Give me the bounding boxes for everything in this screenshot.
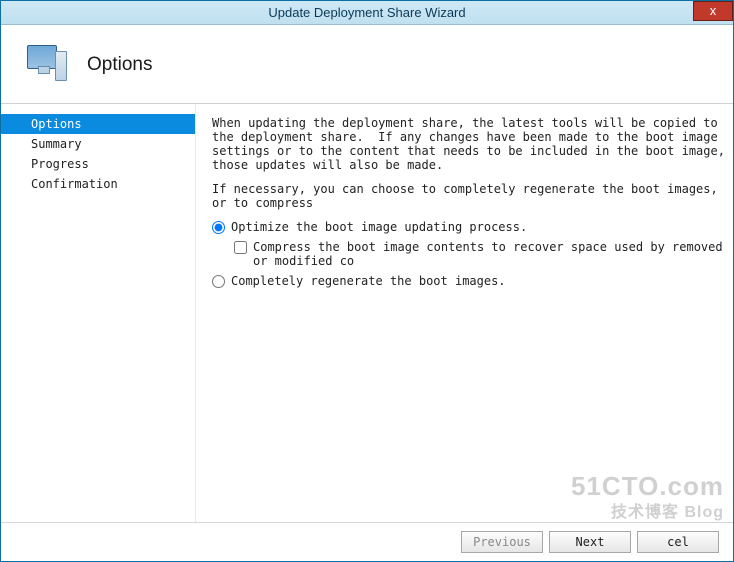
close-button[interactable]: x bbox=[693, 1, 733, 21]
sidebar-item-options[interactable]: Options bbox=[1, 114, 195, 134]
body: Options Summary Progress Confirmation Wh… bbox=[1, 103, 733, 522]
sidebar-item-summary[interactable]: Summary bbox=[1, 134, 195, 154]
wizard-window: Update Deployment Share Wizard x Options… bbox=[0, 0, 734, 562]
cancel-button[interactable]: cel bbox=[637, 531, 719, 553]
titlebar: Update Deployment Share Wizard x bbox=[1, 1, 733, 25]
option-compress-row: Compress the boot image contents to reco… bbox=[234, 240, 733, 268]
header: Options bbox=[1, 25, 733, 103]
radio-regenerate[interactable] bbox=[212, 275, 225, 288]
next-button[interactable]: Next bbox=[549, 531, 631, 553]
description-text-2: If necessary, you can choose to complete… bbox=[212, 182, 733, 210]
footer: Previous Next cel bbox=[1, 522, 733, 561]
main-panel: When updating the deployment share, the … bbox=[196, 104, 733, 522]
checkbox-compress-label: Compress the boot image contents to reco… bbox=[253, 240, 733, 268]
page-title: Options bbox=[87, 54, 152, 76]
radio-regenerate-label: Completely regenerate the boot images. bbox=[231, 274, 506, 288]
description-text-1: When updating the deployment share, the … bbox=[212, 116, 733, 172]
option-regenerate-row: Completely regenerate the boot images. bbox=[212, 274, 733, 288]
previous-button: Previous bbox=[461, 531, 543, 553]
window-title: Update Deployment Share Wizard bbox=[268, 5, 465, 20]
radio-optimize[interactable] bbox=[212, 221, 225, 234]
computer-icon bbox=[23, 45, 69, 85]
option-optimize-row: Optimize the boot image updating process… bbox=[212, 220, 733, 234]
checkbox-compress[interactable] bbox=[234, 241, 247, 254]
sidebar-item-progress[interactable]: Progress bbox=[1, 154, 195, 174]
sidebar-item-confirmation[interactable]: Confirmation bbox=[1, 174, 195, 194]
sidebar: Options Summary Progress Confirmation bbox=[1, 104, 196, 522]
radio-optimize-label: Optimize the boot image updating process… bbox=[231, 220, 527, 234]
